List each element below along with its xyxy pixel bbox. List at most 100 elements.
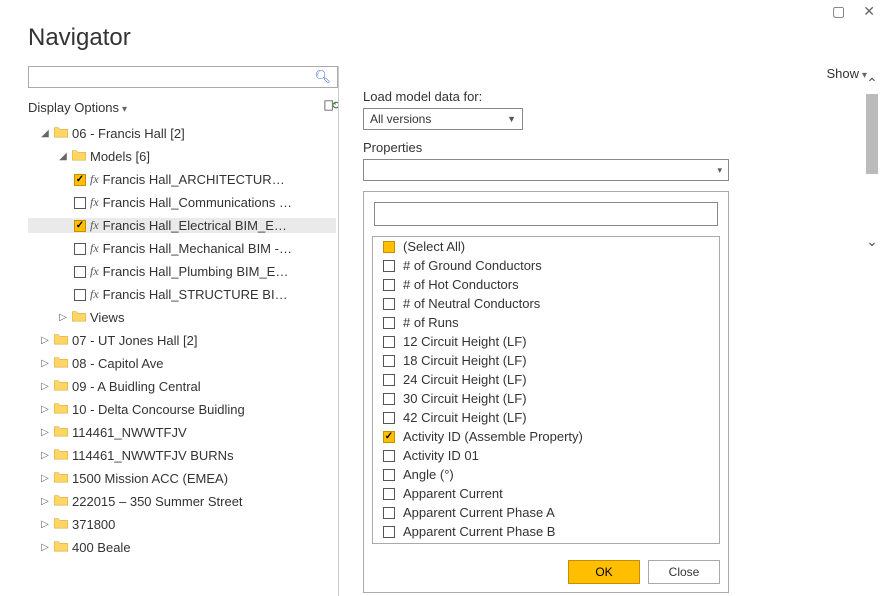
folder-label: 114461_NWWTFJV BURNs — [72, 448, 234, 463]
checkbox[interactable] — [383, 488, 395, 500]
checkbox[interactable] — [74, 289, 86, 301]
expand-icon[interactable]: ▷ — [40, 427, 50, 438]
checkbox[interactable] — [383, 431, 395, 443]
search-icon[interactable]: 🔍︎ — [314, 69, 331, 85]
search-input-container[interactable]: 🔍︎ — [28, 66, 338, 88]
tree-folder[interactable]: ▷ 114461_NWWTFJV BURNs — [28, 448, 336, 463]
checkbox[interactable] — [383, 393, 395, 405]
fx-icon: fx — [90, 287, 99, 302]
expand-icon[interactable]: ▷ — [40, 404, 50, 415]
checkbox[interactable] — [74, 197, 86, 209]
property-label: 24 Circuit Height (LF) — [403, 372, 527, 387]
folder-icon — [54, 471, 68, 486]
checkbox[interactable] — [74, 174, 86, 186]
properties-search-input[interactable] — [374, 202, 718, 226]
tree-model-item[interactable]: fxFrancis Hall_Plumbing BIM_EDDIE — [28, 264, 336, 279]
checkbox[interactable] — [383, 260, 395, 272]
checkbox[interactable] — [383, 298, 395, 310]
scroll-thumb[interactable] — [866, 94, 878, 174]
property-label: 42 Circuit Height (LF) — [403, 410, 527, 425]
property-row[interactable]: # of Neutral Conductors — [373, 294, 719, 313]
tree-folder[interactable]: ▷371800 — [28, 517, 336, 532]
expand-icon[interactable]: ▷ — [58, 312, 68, 323]
checkbox[interactable] — [74, 220, 86, 232]
property-row[interactable]: 30 Circuit Height (LF) — [373, 389, 719, 408]
checkbox[interactable] — [383, 412, 395, 424]
tree-folder[interactable]: ◢Models [6] — [28, 149, 336, 164]
tree-folder[interactable]: ◢06 - Francis Hall [2] — [28, 126, 336, 141]
checkbox[interactable] — [383, 469, 395, 481]
tree-model-item[interactable]: fxFrancis Hall_STRUCTURE BIM_ EDDIE — [28, 287, 336, 302]
collapse-icon[interactable]: ◢ — [58, 151, 68, 162]
property-row[interactable]: Apparent Current Phase A — [373, 503, 719, 522]
property-row[interactable]: Apparent Current — [373, 484, 719, 503]
property-row[interactable]: Activity ID 01 — [373, 446, 719, 465]
tree-model-item[interactable]: fxFrancis Hall_ARCHITECTURE BIM_20... — [28, 172, 336, 187]
property-row[interactable]: # of Runs — [373, 313, 719, 332]
scroll-down-icon[interactable]: ⌄ — [863, 234, 881, 248]
collapse-icon[interactable]: ◢ — [40, 128, 50, 139]
folder-icon — [54, 379, 68, 394]
property-row[interactable]: # of Ground Conductors — [373, 256, 719, 275]
select-all-row[interactable]: (Select All) — [373, 237, 719, 256]
tree-folder[interactable]: ▷114461_NWWTFJV — [28, 425, 336, 440]
checkbox[interactable] — [383, 336, 395, 348]
property-row[interactable]: Apparent Current Phase B — [373, 522, 719, 541]
expand-icon[interactable]: ▷ — [40, 450, 50, 461]
expand-icon[interactable]: ▷ — [40, 473, 50, 484]
expand-icon[interactable]: ▷ — [40, 358, 50, 369]
tree-folder[interactable]: ▷400 Beale — [28, 540, 336, 555]
checkbox[interactable] — [383, 279, 395, 291]
tree-folder[interactable]: ▷Views — [28, 310, 336, 325]
property-row[interactable]: Activity ID (Assemble Property) — [373, 427, 719, 446]
properties-list: (Select All)# of Ground Conductors # of H… — [372, 236, 720, 544]
expand-icon[interactable]: ▷ — [40, 496, 50, 507]
tree-model-item[interactable]: fxFrancis Hall_Communications BIM_E... — [28, 195, 336, 210]
ok-button[interactable]: OK — [568, 560, 640, 584]
checkbox[interactable] — [383, 355, 395, 367]
expand-icon[interactable]: ▷ — [40, 519, 50, 530]
close-button[interactable]: Close — [648, 560, 720, 584]
expand-icon[interactable]: ▷ — [40, 381, 50, 392]
properties-dropdown[interactable]: ▾ — [363, 159, 729, 181]
scroll-up-icon[interactable]: ⌃ — [863, 76, 881, 90]
display-options-dropdown[interactable]: Display Options — [28, 100, 127, 115]
expand-icon[interactable]: ▷ — [40, 542, 50, 553]
property-label: # of Hot Conductors — [403, 277, 519, 292]
close-icon[interactable]: ✕ — [863, 3, 875, 20]
right-scrollbar[interactable]: ⌃ ⌄ — [863, 76, 881, 276]
property-row[interactable]: 42 Circuit Height (LF) — [373, 408, 719, 427]
tree-model-item[interactable]: fxFrancis Hall_Mechanical BIM - SCHE... — [28, 241, 336, 256]
load-model-label: Load model data for: — [363, 89, 867, 104]
property-row[interactable]: 12 Circuit Height (LF) — [373, 332, 719, 351]
property-row[interactable]: # of Hot Conductors — [373, 275, 719, 294]
tree-folder[interactable]: ▷07 - UT Jones Hall [2] — [28, 333, 336, 348]
property-row[interactable]: 24 Circuit Height (LF) — [373, 370, 719, 389]
checkbox[interactable] — [383, 526, 395, 538]
checkbox[interactable] — [383, 317, 395, 329]
search-input[interactable] — [35, 70, 314, 84]
chevron-down-icon: ▾ — [717, 165, 722, 176]
tree-folder[interactable]: ▷ 1500 Mission ACC (EMEA) — [28, 471, 336, 486]
load-model-dropdown[interactable]: All versions ▼ — [363, 108, 523, 130]
maximize-icon[interactable]: ▢ — [832, 3, 845, 20]
folder-label: 08 - Capitol Ave — [72, 356, 164, 371]
expand-icon[interactable]: ▷ — [40, 335, 50, 346]
checkbox[interactable] — [383, 507, 395, 519]
tree-folder[interactable]: ▷09 - A Buidling Central — [28, 379, 336, 394]
property-row[interactable]: Angle (°) — [373, 465, 719, 484]
checkbox[interactable] — [74, 243, 86, 255]
checkbox[interactable] — [74, 266, 86, 278]
refresh-icon[interactable] — [323, 98, 338, 116]
folder-label: 1500 Mission ACC (EMEA) — [72, 471, 228, 486]
folder-icon — [54, 402, 68, 417]
tree-folder[interactable]: ▷222015 – 350 Summer Street — [28, 494, 336, 509]
tree-model-item[interactable]: fxFrancis Hall_Electrical BIM_EDDIE — [28, 218, 336, 233]
checkbox[interactable] — [383, 374, 395, 386]
tree-folder[interactable]: ▷ 08 - Capitol Ave — [28, 356, 336, 371]
checkbox-indeterminate[interactable] — [383, 241, 395, 253]
property-row[interactable]: 18 Circuit Height (LF) — [373, 351, 719, 370]
show-dropdown[interactable]: Show — [826, 66, 867, 81]
tree-folder[interactable]: ▷10 - Delta Concourse Buidling — [28, 402, 336, 417]
checkbox[interactable] — [383, 450, 395, 462]
